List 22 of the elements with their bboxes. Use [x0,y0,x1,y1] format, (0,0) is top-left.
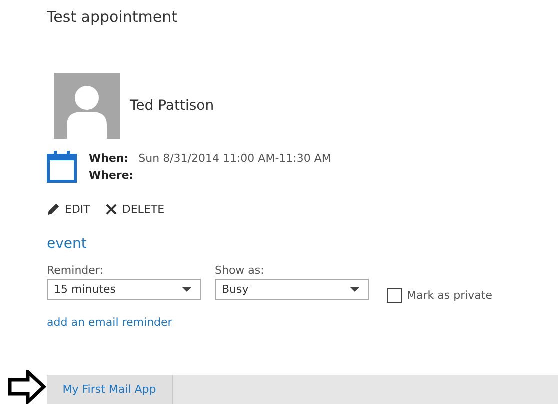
delete-button[interactable]: DELETE [106,203,165,216]
reminder-dropdown[interactable]: 15 minutes [47,279,201,300]
private-checkbox[interactable] [387,288,402,303]
appointment-title: Test appointment [47,8,179,28]
email-reminder-link[interactable]: add an email reminder [47,316,172,329]
edit-button[interactable]: EDIT [47,203,90,216]
detail-value: Sun 8/31/2014 11:00 AM-11:30 AM [138,152,332,165]
caret-icon [182,287,192,292]
arrow-icon [8,370,46,404]
private-label: Mark as private [407,289,492,302]
caret-icon [350,287,360,292]
avatar-icon [54,73,120,139]
reminder-label: Reminder: [47,264,104,277]
pencil-icon [47,203,60,216]
close-icon [106,204,118,215]
show-as-dropdown[interactable]: Busy [215,279,369,300]
calendar-icon [47,151,77,183]
category-label: event [47,236,88,252]
detail-label: Where: [89,169,134,182]
detail-label: When: [89,152,129,165]
organizer-name: Ted Pattison [130,98,214,114]
show-as-label: Show as: [215,264,266,277]
